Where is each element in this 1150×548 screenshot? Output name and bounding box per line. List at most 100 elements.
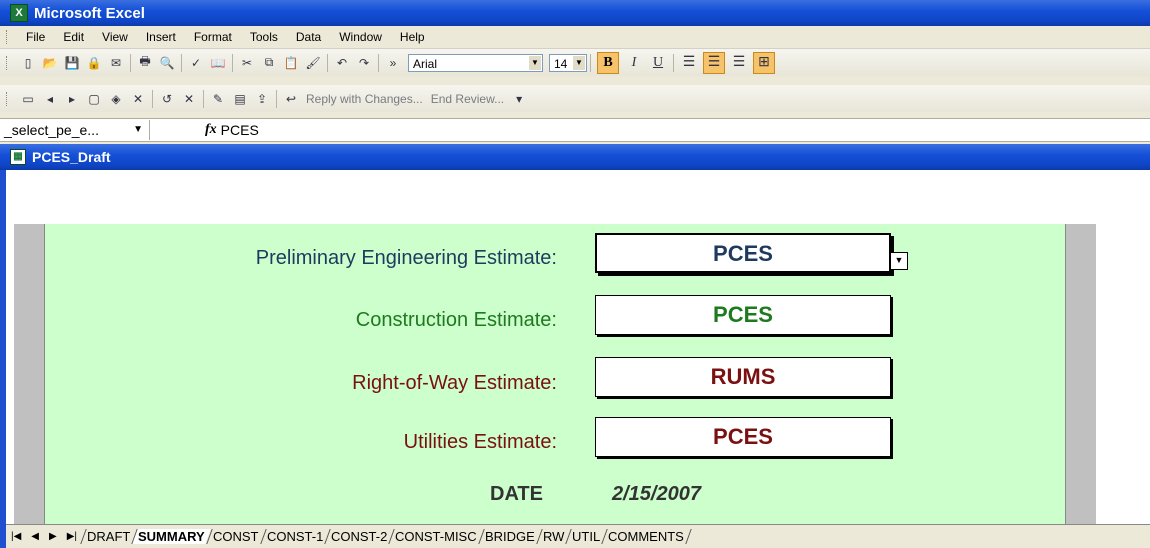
workbook-icon: ▦ [10,149,26,165]
utilities-estimate-label: Utilities Estimate: [403,431,557,453]
toolbar-separator [232,53,233,72]
name-box[interactable]: _select_pe_e... ▼ [0,120,150,140]
tab-const-1[interactable]: CONST-1 [259,529,329,544]
tab-label: CONST-MISC [395,529,477,544]
toolbar-separator [130,53,131,72]
font-name-select[interactable]: Arial ▼ [408,53,543,72]
formula-input[interactable]: PCES [221,122,259,138]
tab-bridge[interactable]: BRIDGE [478,529,541,544]
menu-window[interactable]: Window [330,30,391,44]
spelling-icon[interactable]: ✓ [187,54,205,72]
menu-file[interactable]: File [17,30,54,44]
menu-view[interactable]: View [93,30,137,44]
menu-help[interactable]: Help [391,30,434,44]
chevron-down-icon[interactable]: ▼ [133,120,143,140]
new-comment-icon[interactable]: ▭ [19,90,37,108]
chevron-down-icon[interactable]: ▼ [573,55,585,70]
toolbar-grip-icon[interactable] [6,55,11,70]
tab-label: SUMMARY [138,529,206,544]
right-of-way-estimate-cell[interactable]: RUMS [595,357,891,397]
tab-label: BRIDGE [484,529,535,544]
bold-button[interactable]: B [597,51,619,74]
paste-icon[interactable]: 📋 [282,54,300,72]
save-icon[interactable]: 💾 [63,54,81,72]
reply-with-changes-button[interactable]: Reply with Changes... [306,92,423,106]
first-sheet-icon[interactable]: |◀ [11,531,21,542]
tab-const-misc[interactable]: CONST-MISC [388,529,483,544]
chevron-down-icon[interactable]: ▼ [529,55,541,70]
excel-icon: X [10,4,28,22]
tab-util[interactable]: UTIL [565,529,607,544]
menu-format[interactable]: Format [185,30,241,44]
right-of-way-estimate-label: Right-of-Way Estimate: [352,372,557,394]
date-value[interactable]: 2/15/2007 [612,483,701,506]
ink-annotation-icon[interactable]: ✎ [209,90,227,108]
cut-icon[interactable]: ✂ [238,54,256,72]
align-center-icon[interactable]: ☰ [703,51,725,74]
tab-draft[interactable]: DRAFT [80,529,137,544]
font-size-select[interactable]: 14 ▼ [549,53,587,72]
toolbar-grip-icon[interactable] [6,91,11,106]
app-title: Microsoft Excel [34,4,145,22]
font-size-value: 14 [554,56,568,71]
format-painter-icon[interactable]: 🖌 [304,54,322,72]
print-preview-icon[interactable]: 🔍 [158,54,176,72]
next-sheet-icon[interactable]: ▶ [49,531,57,542]
menu-edit[interactable]: Edit [54,30,93,44]
show-comment-icon[interactable]: ▢ [85,90,103,108]
undo-icon[interactable]: ↶ [333,54,351,72]
toolbar-options-icon[interactable]: ▾ [510,90,528,108]
underline-button[interactable]: U [648,53,668,73]
menu-bar: File Edit View Insert Format Tools Data … [0,26,1150,49]
align-left-icon[interactable]: ☰ [679,53,699,73]
utilities-estimate-cell[interactable]: PCES [595,417,891,457]
tab-const[interactable]: CONST [206,529,265,544]
previous-sheet-icon[interactable]: ◀ [31,531,39,542]
send-to-recipient-icon[interactable]: ⇪ [253,90,271,108]
construction-estimate-cell[interactable]: PCES [595,295,891,335]
menu-tools[interactable]: Tools [241,30,287,44]
menu-data[interactable]: Data [287,30,330,44]
tab-const-2[interactable]: CONST-2 [324,529,393,544]
chevron-down-icon[interactable]: ▼ [890,252,908,270]
tab-label: DRAFT [87,529,131,544]
ink-icon[interactable]: ▤ [231,90,249,108]
delete-comment-icon[interactable]: ✕ [129,90,147,108]
italic-button[interactable]: I [624,53,644,73]
empty-cells-right[interactable] [1096,224,1150,524]
reviewing-toolbar: ▭ ◂ ▸ ▢ ◈ ✕ ↺ ✕ ✎ ▤ ⇪ ↩ Reply with Chang… [0,85,1150,112]
toolbar-grip-icon[interactable] [6,30,11,44]
tab-label: COMMENTS [608,529,685,544]
insert-function-icon[interactable]: fx [205,122,217,138]
new-icon[interactable]: ▯ [19,54,37,72]
permission-icon[interactable]: 🔒 [85,54,103,72]
redo-icon[interactable]: ↷ [355,54,373,72]
construction-estimate-label: Construction Estimate: [355,309,557,331]
reply-icon[interactable]: ↩ [282,90,300,108]
copy-icon[interactable]: ⧉ [260,54,278,72]
tab-summary[interactable]: SUMMARY [131,529,211,544]
track-changes-icon[interactable]: ↺ [158,90,176,108]
tab-label: CONST-1 [266,529,323,544]
next-comment-icon[interactable]: ▸ [63,90,81,108]
toolbar-options-icon[interactable]: » [384,54,402,72]
research-icon[interactable]: 📖 [209,54,227,72]
toolbar-separator [181,53,182,72]
merge-center-icon[interactable]: ⊞ [753,51,775,74]
tab-comments[interactable]: COMMENTS [601,529,690,544]
menu-insert[interactable]: Insert [137,30,185,44]
show-all-comments-icon[interactable]: ◈ [107,90,125,108]
pe-estimate-cell[interactable]: PCES [595,233,891,273]
reject-change-icon[interactable]: ✕ [180,90,198,108]
open-icon[interactable]: 📂 [41,54,59,72]
tab-label: CONST [213,529,259,544]
end-review-button[interactable]: End Review... [431,92,504,106]
workbook-title: PCES_Draft [32,149,111,165]
last-sheet-icon[interactable]: ▶| [67,531,77,542]
previous-comment-icon[interactable]: ◂ [41,90,59,108]
app-title-bar: X Microsoft Excel [0,0,1150,26]
email-icon[interactable]: ✉ [107,54,125,72]
print-icon[interactable]: 🖶 [136,54,154,72]
tab-label: RW [542,529,565,544]
align-right-icon[interactable]: ☰ [729,53,749,73]
